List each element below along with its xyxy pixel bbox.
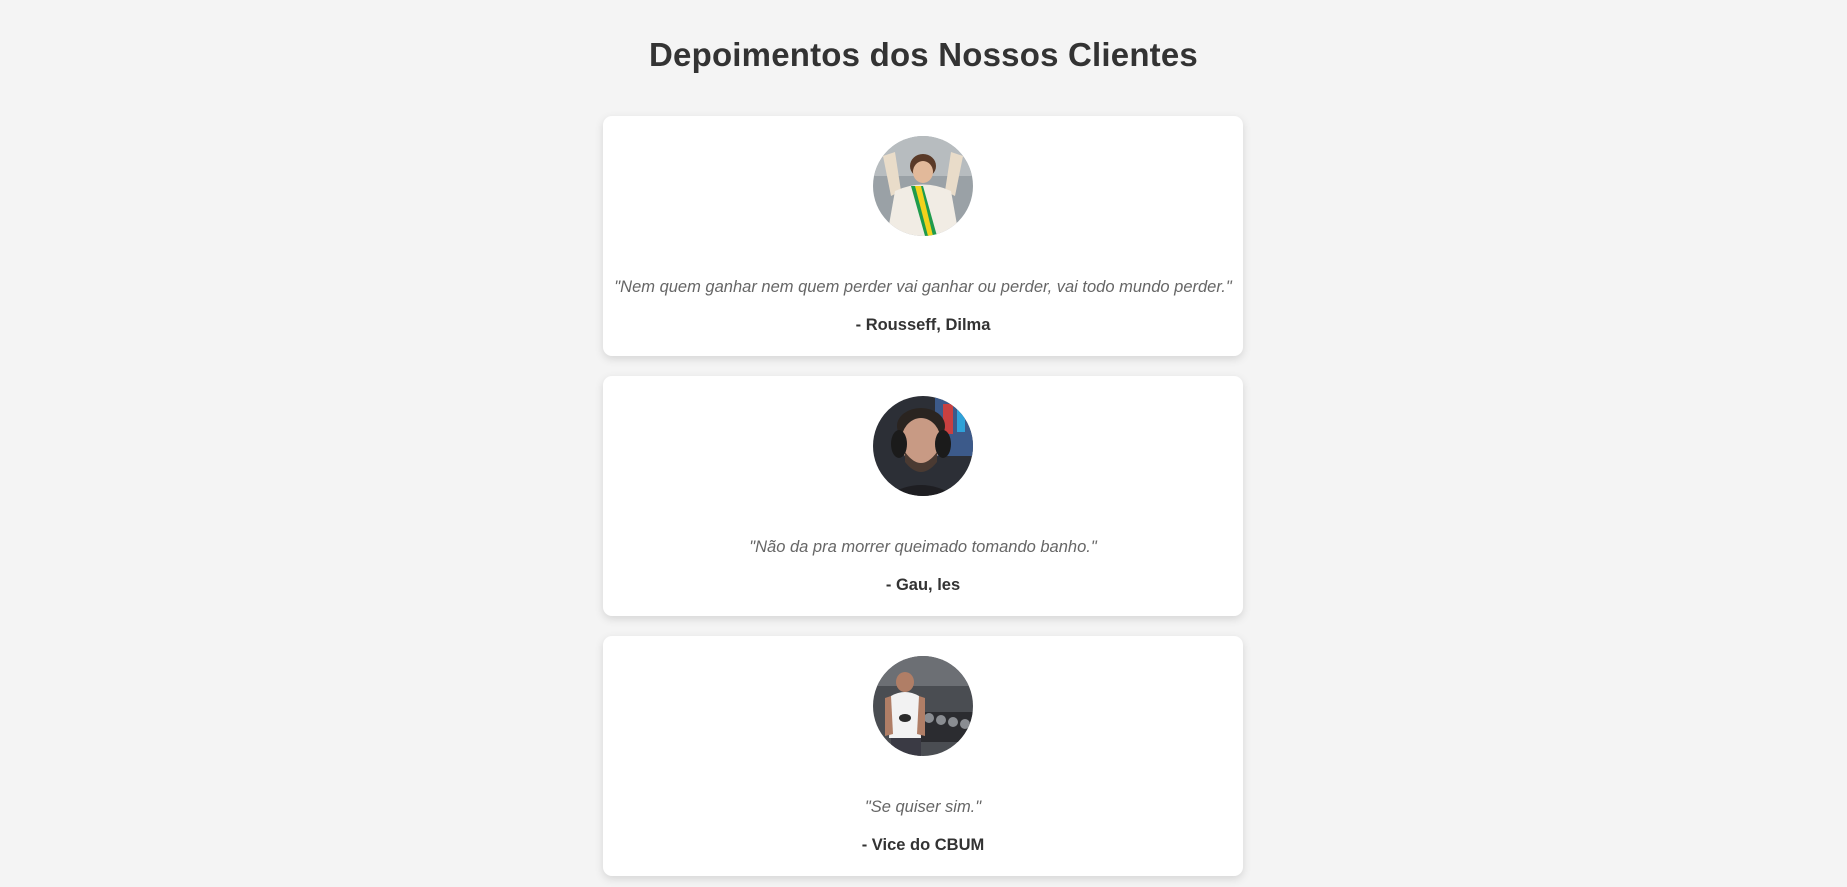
testimonial-quote: "Não da pra morrer queimado tomando banh… <box>749 538 1097 556</box>
client-photo <box>873 136 973 236</box>
client-photo <box>873 656 973 756</box>
testimonial-card: "Não da pra morrer queimado tomando banh… <box>603 376 1243 616</box>
testimonial-quote: "Se quiser sim." <box>864 798 982 816</box>
client-avatar <box>873 396 973 496</box>
client-avatar <box>873 656 973 756</box>
testimonial-author: - Gau, les <box>885 576 961 594</box>
testimonial-quote: "Nem quem ganhar nem quem perder vai gan… <box>614 278 1232 296</box>
client-photo <box>873 396 973 496</box>
testimonial-card: "Nem quem ganhar nem quem perder vai gan… <box>603 116 1243 356</box>
testimonial-author: - Rousseff, Dilma <box>855 316 991 334</box>
testimonials-page: Depoimentos dos Nossos Clientes "Nem que… <box>0 0 1847 887</box>
testimonial-author: - Vice do CBUM <box>861 836 985 854</box>
testimonial-card: "Se quiser sim." - Vice do CBUM <box>603 636 1243 876</box>
client-avatar <box>873 136 973 236</box>
page-title: Depoimentos dos Nossos Clientes <box>649 36 1198 73</box>
